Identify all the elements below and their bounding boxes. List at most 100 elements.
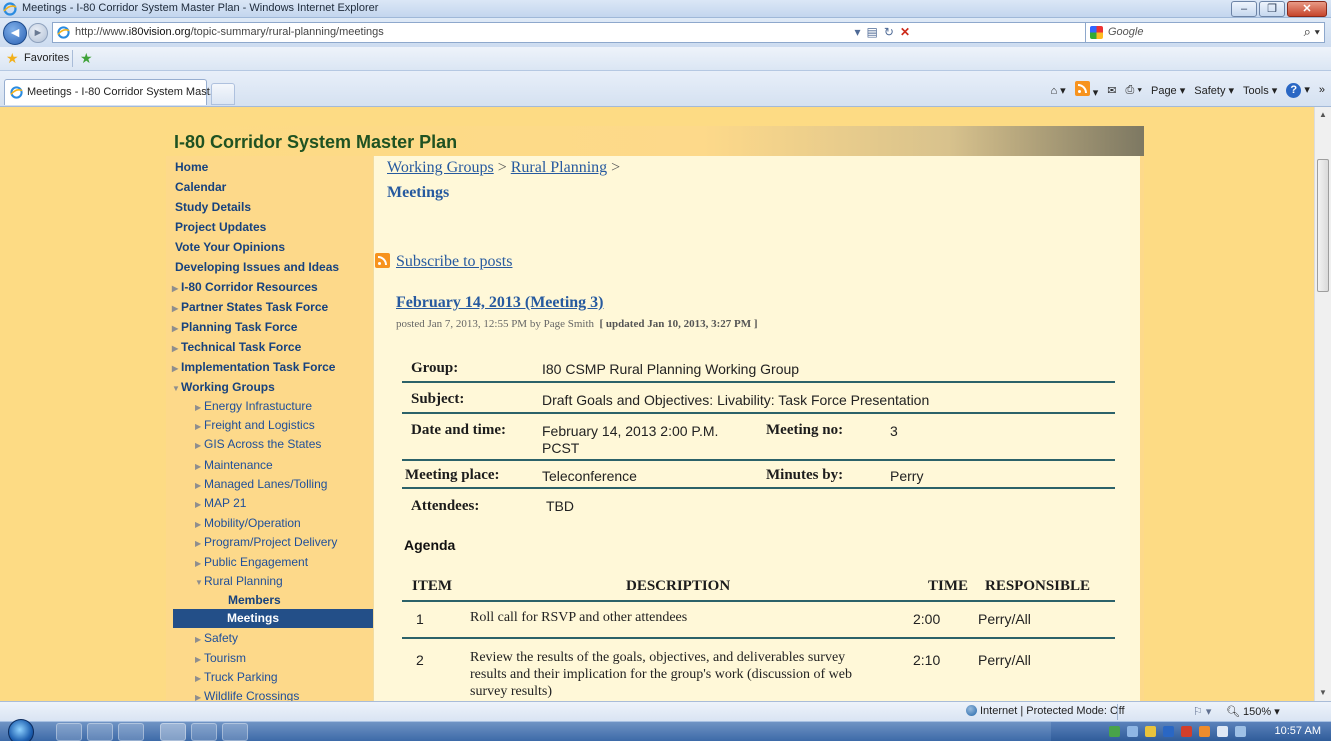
search-box[interactable]: Google ⌕ ▾ (1085, 22, 1325, 43)
nav-calendar[interactable]: Calendar (175, 177, 226, 197)
dropdown-icon[interactable]: ▾ (855, 25, 861, 39)
breadcrumb-rural-planning[interactable]: Rural Planning (511, 159, 607, 176)
scroll-thumb[interactable] (1317, 159, 1329, 292)
tab-meetings[interactable]: Meetings - I-80 Corridor System Mast... (4, 79, 219, 105)
protected-mode-icon[interactable]: ⚐ ▾ (1193, 705, 1211, 718)
post-title-link[interactable]: February 14, 2013 (Meeting 3) (396, 294, 604, 312)
taskbar-window-icon[interactable] (222, 723, 248, 741)
taskbar-ie-icon[interactable] (56, 723, 82, 741)
alert-icon[interactable] (1181, 726, 1192, 737)
taskbar-media-icon[interactable] (118, 723, 144, 741)
taskbar-folder-icon[interactable] (160, 723, 186, 741)
search-icon[interactable]: ⌕ ▾ (1304, 24, 1320, 40)
security-zone[interactable]: Internet | Protected Mode: Off (966, 705, 1125, 717)
nav-energy[interactable]: ▶ Energy Infrastucture (195, 396, 312, 416)
minimize-button[interactable]: – (1231, 1, 1257, 17)
collapse-arrow-icon[interactable]: ▼ (195, 573, 204, 593)
system-tray: 10:57 AM (1051, 722, 1331, 741)
nav-planning-task-force[interactable]: ▶ Planning Task Force (172, 317, 297, 337)
nav-gis[interactable]: ▶ GIS Across the States (195, 434, 321, 454)
refresh-icon[interactable]: ↻ (884, 25, 894, 39)
url-text[interactable]: http://www.i80vision.org/topic-summary/r… (75, 26, 384, 38)
nav-meetings-selected[interactable]: Meetings (173, 609, 373, 628)
group-label: Group: (411, 360, 459, 376)
nav-public-engagement[interactable]: ▶ Public Engagement (195, 552, 308, 572)
feeds-button[interactable]: ▾ (1074, 81, 1098, 99)
expand-arrow-icon[interactable]: ▶ (172, 359, 181, 379)
start-button[interactable] (8, 719, 34, 741)
back-button[interactable]: ◄ (3, 21, 27, 45)
expand-arrow-icon[interactable]: ▶ (172, 279, 181, 299)
expand-arrow-icon[interactable]: ▶ (172, 319, 181, 339)
nav-home[interactable]: Home (175, 157, 208, 177)
nav-project-updates[interactable]: Project Updates (175, 217, 266, 237)
nav-i80-resources[interactable]: ▶ I-80 Corridor Resources (172, 277, 318, 297)
group-value: I80 CSMP Rural Planning Working Group (542, 361, 800, 377)
new-tab-button[interactable] (211, 83, 235, 105)
shield-icon[interactable] (1163, 726, 1174, 737)
nav-map21[interactable]: ▶ MAP 21 (195, 493, 246, 513)
nav-study-details[interactable]: Study Details (175, 197, 251, 217)
nav-members[interactable]: Members (228, 590, 281, 610)
nav-rural-planning[interactable]: ▼Rural Planning (195, 571, 283, 591)
expand-arrow-icon[interactable]: ▶ (195, 688, 204, 701)
page-menu[interactable]: Page ▾ (1151, 84, 1185, 97)
nav-mobility[interactable]: ▶ Mobility/Operation (195, 513, 301, 533)
compat-view-icon[interactable]: ▤ (867, 25, 878, 39)
mail-icon[interactable]: ✉ (1107, 84, 1116, 97)
expand-arrow-icon[interactable]: ▶ (195, 630, 204, 650)
tools-menu[interactable]: Tools ▾ (1243, 84, 1277, 97)
address-bar[interactable]: http://www.i80vision.org/topic-summary/r… (52, 22, 1159, 43)
expand-arrow-icon[interactable]: ▶ (195, 495, 204, 515)
vertical-scrollbar[interactable]: ▲ ▼ (1314, 107, 1331, 701)
nav-developing-issues[interactable]: Developing Issues and Ideas (175, 257, 339, 277)
print-icon[interactable]: ⎙ ▾ (1126, 84, 1142, 97)
update-icon[interactable] (1199, 726, 1210, 737)
nav-technical-task-force[interactable]: ▶ Technical Task Force (172, 337, 301, 357)
mail-tray-icon[interactable] (1145, 726, 1156, 737)
expand-arrow-icon[interactable]: ▶ (172, 299, 181, 319)
nav-managed-lanes[interactable]: ▶ Managed Lanes/Tolling (195, 474, 327, 494)
nav-maintenance[interactable]: ▶ Maintenance (195, 455, 273, 475)
chevron-right-icon[interactable]: » (1319, 84, 1325, 96)
scroll-down-arrow-icon[interactable]: ▼ (1315, 685, 1331, 701)
nav-safety[interactable]: ▶ Safety (195, 628, 238, 648)
taskbar-app-icon[interactable] (191, 723, 217, 741)
safety-menu[interactable]: Safety ▾ (1194, 84, 1234, 97)
nav-working-groups[interactable]: ▼Working Groups (172, 377, 275, 397)
nav-implementation-task-force[interactable]: ▶ Implementation Task Force (172, 357, 335, 377)
display-icon[interactable] (1235, 726, 1246, 737)
help-button[interactable]: ? ▾ (1286, 82, 1310, 98)
help-icon: ? (1286, 82, 1302, 98)
nav-tourism[interactable]: ▶ Tourism (195, 648, 246, 668)
forward-button[interactable]: ► (28, 23, 48, 43)
favorites-star-icon[interactable]: ★ (6, 50, 19, 67)
favorites-button[interactable]: Favorites (24, 52, 69, 64)
subscribe-link[interactable]: Subscribe to posts (375, 253, 512, 271)
nav-freight[interactable]: ▶ Freight and Logistics (195, 415, 315, 435)
nav-wildlife-crossings[interactable]: ▶ Wildlife Crossings (195, 686, 299, 701)
zoom-level[interactable]: 🔍︎ 150% ▾ (1226, 705, 1280, 718)
stop-icon[interactable]: ✕ (900, 25, 910, 39)
network-icon[interactable] (1109, 726, 1120, 737)
nav-program-delivery[interactable]: ▶ Program/Project Delivery (195, 532, 337, 552)
restore-button[interactable]: ❐ (1259, 1, 1285, 17)
close-button[interactable]: ✕ (1287, 1, 1327, 17)
taskbar-explorer-icon[interactable] (87, 723, 113, 741)
home-icon[interactable]: ⌂ ▾ (1050, 84, 1065, 97)
collapse-arrow-icon[interactable]: ▼ (172, 379, 181, 399)
breadcrumb-working-groups[interactable]: Working Groups (387, 159, 494, 176)
site-title[interactable]: I-80 Corridor System Master Plan (174, 132, 457, 153)
expand-arrow-icon[interactable]: ▶ (195, 436, 204, 456)
expand-arrow-icon[interactable]: ▶ (172, 339, 181, 359)
tray-tool-icon[interactable] (1127, 726, 1138, 737)
nav-vote-your-opinions[interactable]: Vote Your Opinions (175, 237, 285, 257)
nav-partner-states[interactable]: ▶ Partner States Task Force (172, 297, 328, 317)
expand-arrow-icon[interactable]: ▶ (195, 534, 204, 554)
volume-icon[interactable] (1217, 726, 1228, 737)
taskbar: 10:57 AM (0, 719, 1331, 741)
scroll-up-arrow-icon[interactable]: ▲ (1315, 107, 1331, 123)
clock[interactable]: 10:57 AM (1275, 725, 1321, 737)
add-favorite-icon[interactable]: ★ (80, 50, 93, 67)
nav-truck-parking[interactable]: ▶ Truck Parking (195, 667, 278, 687)
